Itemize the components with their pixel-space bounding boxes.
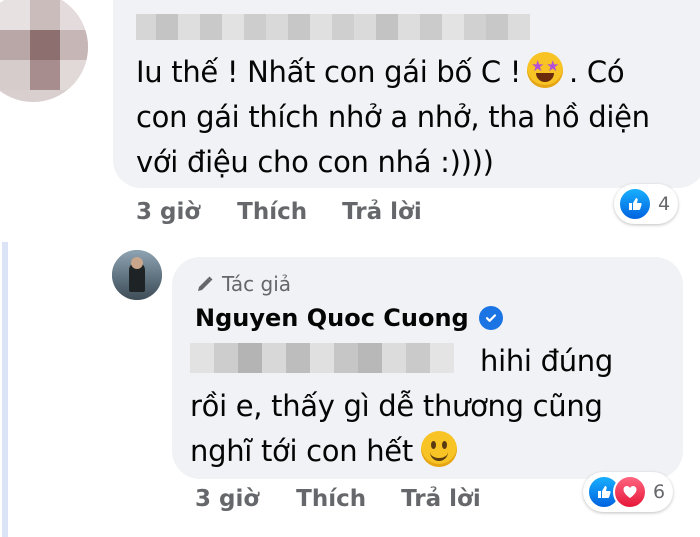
author-badge-label: Tác giả	[222, 272, 292, 296]
reaction-count: 6	[653, 481, 666, 503]
star-struck-emoji-icon: ★ ★	[527, 52, 564, 88]
reaction-count: 4	[658, 193, 671, 215]
author-avatar[interactable]	[112, 250, 162, 300]
smiling-face-emoji-icon	[420, 431, 457, 467]
reaction-summary[interactable]: 4	[614, 184, 679, 224]
commenter-avatar[interactable]	[0, 0, 88, 102]
reply-button[interactable]: Trả lời	[401, 486, 481, 512]
author-badge: Tác giả	[196, 272, 291, 296]
heart-reaction-icon	[613, 475, 647, 509]
comment-text: Iu thế ! Nhất con gái bố C ! ★ ★. Có con g…	[136, 50, 650, 185]
commenter-name-redacted[interactable]	[136, 14, 530, 40]
reply-text-line: hihi đúng	[480, 344, 613, 378]
reply-actions: 3 giờ Thích Trả lời	[195, 486, 481, 512]
reply-text: hihi đúng rồi e, thấy gì dễ thương cũng …	[190, 339, 613, 474]
timestamp-link[interactable]: 3 giờ	[195, 486, 259, 512]
comment-actions: 3 giờ Thích Trả lời	[136, 199, 422, 225]
reply-thread-line	[2, 242, 8, 537]
comment-text-line: . Có	[569, 55, 625, 89]
reaction-summary[interactable]: 6	[583, 472, 674, 512]
timestamp-link[interactable]: 3 giờ	[136, 199, 200, 225]
like-reaction-icon	[618, 187, 652, 221]
reply-text-line: rồi e, thấy gì dễ thương cũng	[190, 389, 603, 423]
comment-text-line: với điệu cho con nhá :))))	[136, 145, 494, 179]
pencil-icon	[196, 275, 214, 293]
comment-text-line: con gái thích nhở a nhở, tha hồ diện	[136, 100, 650, 134]
like-button[interactable]: Thích	[237, 199, 307, 225]
author-name-row: Nguyen Quoc Cuong	[195, 304, 503, 332]
author-name-link[interactable]: Nguyen Quoc Cuong	[195, 304, 469, 332]
verified-badge-icon	[478, 306, 503, 330]
reply-text-line: nghĩ tới con hết	[190, 434, 413, 468]
like-button[interactable]: Thích	[296, 486, 366, 512]
reply-button[interactable]: Trả lời	[342, 199, 422, 225]
comment-text-line: Iu thế ! Nhất con gái bố C !	[136, 55, 522, 89]
